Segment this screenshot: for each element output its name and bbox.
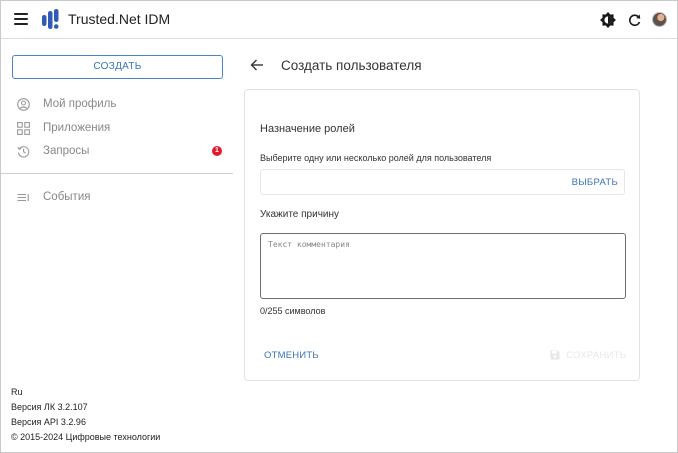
notification-badge: 1 bbox=[212, 146, 222, 156]
comment-textarea[interactable] bbox=[260, 233, 626, 299]
sidebar-divider bbox=[1, 173, 233, 174]
sidebar-item-events[interactable]: События bbox=[15, 189, 225, 207]
user-circle-icon bbox=[17, 98, 30, 111]
sidebar: СОЗДАТЬ Мой профиль Приложения Запросы 1… bbox=[1, 39, 233, 453]
history-icon bbox=[17, 146, 30, 158]
refresh-icon[interactable] bbox=[627, 12, 643, 28]
cancel-button[interactable]: ОТМЕНИТЬ bbox=[264, 350, 319, 361]
list-icon bbox=[17, 193, 29, 202]
version-api: Версия API 3.2.96 bbox=[11, 417, 86, 427]
create-user-form: Назначение ролей Выберите одну или неско… bbox=[244, 89, 640, 381]
sidebar-item-label: Приложения bbox=[43, 122, 111, 134]
sidebar-footer: Ru Версия ЛК 3.2.107 Версия API 3.2.96 ©… bbox=[11, 385, 160, 445]
back-arrow-icon[interactable] bbox=[250, 58, 264, 72]
top-app-bar: Trusted.Net IDM bbox=[1, 1, 677, 39]
sidebar-item-label: Мой профиль bbox=[43, 98, 117, 110]
roles-label: Выберите одну или несколько ролей для по… bbox=[260, 153, 492, 163]
sidebar-item-label: События bbox=[43, 191, 91, 203]
create-button[interactable]: СОЗДАТЬ bbox=[12, 55, 223, 79]
char-counter: 0/255 символов bbox=[260, 306, 326, 316]
menu-icon[interactable] bbox=[14, 13, 28, 25]
roles-select-field[interactable]: ВЫБРАТЬ bbox=[260, 169, 625, 195]
language-switch[interactable]: Ru bbox=[11, 385, 160, 400]
app-logo bbox=[42, 9, 59, 29]
save-button[interactable]: СОХРАНИТЬ bbox=[550, 348, 626, 363]
apps-grid-icon bbox=[17, 122, 30, 135]
app-title: Trusted.Net IDM bbox=[68, 11, 171, 27]
app-window: Trusted.Net IDM СОЗДАТЬ Мой профиль Прил… bbox=[0, 0, 678, 453]
sidebar-item-apps[interactable]: Приложения bbox=[15, 120, 225, 138]
save-icon bbox=[550, 350, 560, 360]
brightness-icon[interactable] bbox=[600, 12, 616, 28]
sidebar-item-requests[interactable]: Запросы 1 bbox=[15, 143, 225, 161]
sidebar-item-profile[interactable]: Мой профиль bbox=[15, 96, 225, 114]
sidebar-item-label: Запросы bbox=[43, 145, 90, 157]
save-label: СОХРАНИТЬ bbox=[566, 350, 627, 361]
page-title: Создать пользователя bbox=[281, 58, 422, 73]
user-avatar[interactable] bbox=[652, 12, 667, 27]
version-lk: Версия ЛК 3.2.107 bbox=[11, 402, 88, 412]
copyright: © 2015-2024 Цифровые технологии bbox=[11, 432, 161, 442]
select-roles-button[interactable]: ВЫБРАТЬ bbox=[572, 177, 618, 188]
section-title: Назначение ролей bbox=[260, 123, 355, 135]
reason-label: Укажите причину bbox=[260, 209, 340, 220]
